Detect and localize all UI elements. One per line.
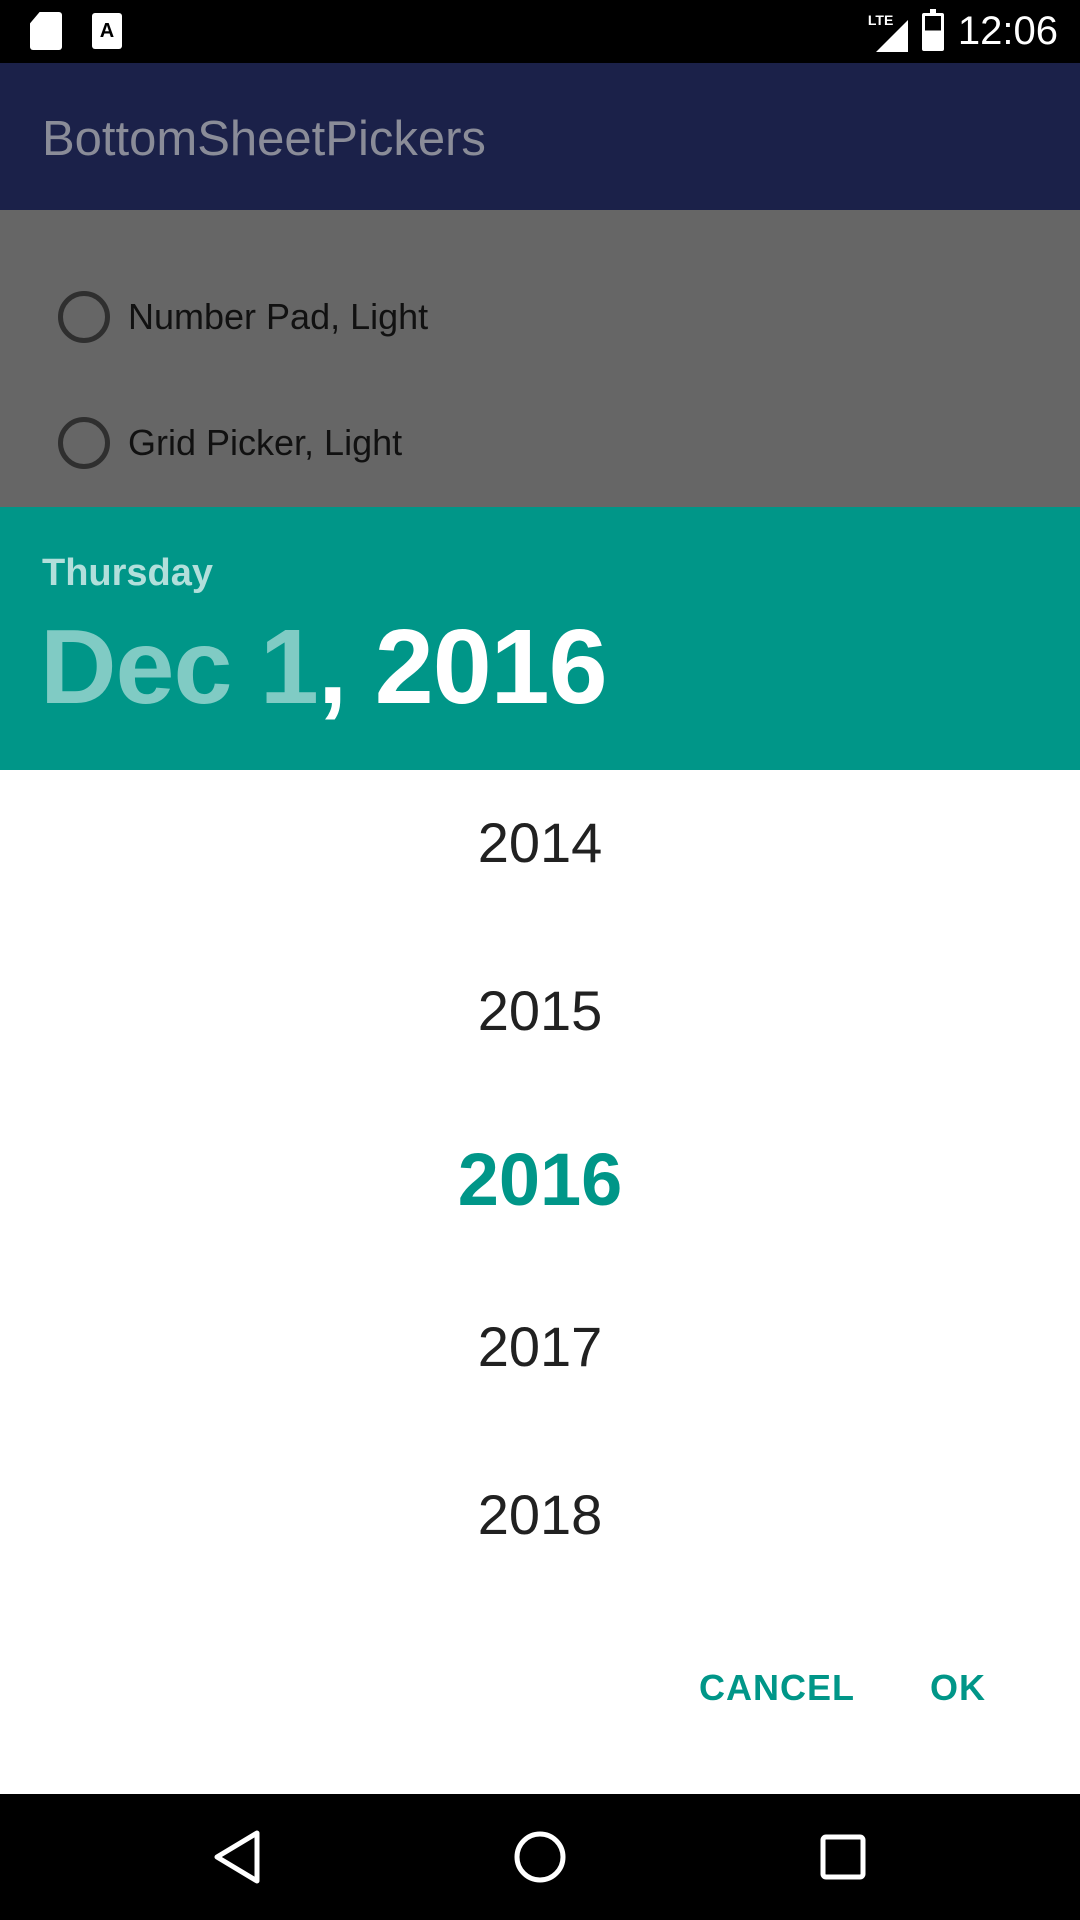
year-item[interactable]: 2018 bbox=[0, 1482, 1080, 1547]
radio-button[interactable] bbox=[58, 291, 110, 343]
recents-icon[interactable] bbox=[783, 1794, 903, 1920]
month-day-selector[interactable]: Dec 1 bbox=[40, 608, 319, 726]
picker-header: Thursday Dec 1, 2016 bbox=[0, 507, 1080, 770]
radio-button[interactable] bbox=[58, 417, 110, 469]
a-text-icon: A bbox=[92, 13, 122, 49]
year-selector[interactable]: 2016 bbox=[375, 608, 608, 726]
lte-signal-icon: LTE bbox=[868, 12, 908, 52]
year-item[interactable]: 2017 bbox=[0, 1314, 1080, 1379]
status-time: 12:06 bbox=[957, 9, 1058, 53]
year-item[interactable]: 2014 bbox=[0, 810, 1080, 875]
option-number-pad-light[interactable]: Number Pad, Light bbox=[58, 287, 428, 347]
app-bar: BottomSheetPickers bbox=[0, 63, 1080, 210]
app-title: BottomSheetPickers bbox=[42, 112, 486, 166]
option-grid-picker-light[interactable]: Grid Picker, Light bbox=[58, 413, 402, 473]
year-item[interactable]: 2015 bbox=[0, 978, 1080, 1043]
day-of-week: Thursday bbox=[42, 552, 214, 594]
battery-charging-icon bbox=[921, 8, 944, 51]
sd-card-icon bbox=[30, 12, 62, 50]
ok-button[interactable]: OK bbox=[930, 1667, 986, 1709]
status-bar: A LTE 12:06 bbox=[0, 0, 1080, 63]
cancel-button[interactable]: CANCEL bbox=[699, 1667, 855, 1709]
date-separator: , bbox=[317, 608, 347, 726]
selected-date: Dec 1, 2016 bbox=[40, 607, 608, 728]
option-label: Number Pad, Light bbox=[128, 296, 429, 337]
back-icon[interactable] bbox=[177, 1794, 297, 1920]
home-icon[interactable] bbox=[480, 1794, 600, 1920]
option-label: Grid Picker, Light bbox=[128, 422, 403, 463]
year-item-selected[interactable]: 2016 bbox=[0, 1137, 1080, 1222]
options-list: Number Pad, Light Grid Picker, Light bbox=[0, 210, 1080, 507]
navigation-bar bbox=[0, 1794, 1080, 1920]
date-picker-sheet: Thursday Dec 1, 2016 2014 2015 2016 2017… bbox=[0, 507, 1080, 1794]
